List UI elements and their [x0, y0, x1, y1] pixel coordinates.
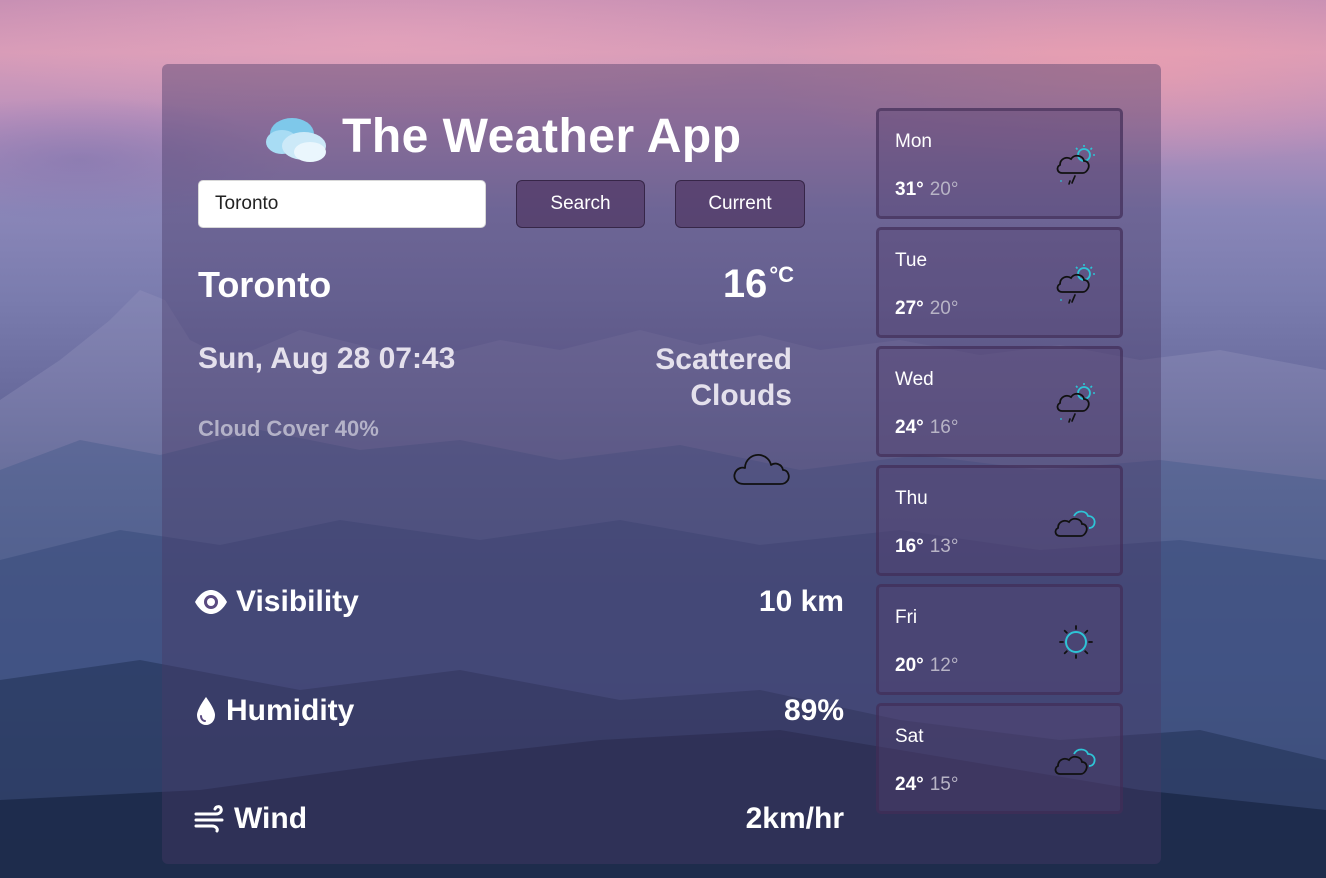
forecast-day: Sat [895, 726, 924, 747]
forecast-temps: 31° 20° [895, 179, 958, 201]
wind-stat: Wind 2km/hr [194, 799, 844, 839]
forecast-low: 20° [929, 298, 959, 319]
temperature-unit: °C [769, 262, 794, 287]
forecast-low: 15° [929, 774, 959, 795]
forecast-temps: 16° 13° [895, 536, 958, 558]
forecast-high: 31° [895, 179, 924, 200]
sun-cloud-rain-icon [1056, 383, 1095, 423]
cloud-cover: Cloud Cover 40% [198, 416, 379, 442]
temperature-value: 16 [722, 262, 768, 306]
cloud-cover-label: Cloud Cover [198, 416, 329, 441]
weather-condition: Scattered Clouds [655, 343, 792, 412]
humidity-label: Humidity [226, 694, 355, 727]
forecast-card-sat[interactable]: Sat 24° 15° [876, 703, 1123, 814]
forecast-temps: 24° 15° [895, 774, 958, 796]
forecast-day: Tue [895, 250, 928, 271]
forecast-high: 24° [895, 417, 924, 438]
forecast-temps: 20° 12° [895, 655, 958, 677]
sun-icon [1059, 625, 1093, 659]
forecast-low: 20° [929, 179, 959, 200]
forecast-high: 27° [895, 298, 924, 319]
forecast-low: 12° [929, 655, 959, 676]
forecast-high: 20° [895, 655, 924, 676]
clouds-icon [1054, 748, 1096, 775]
current-location-button[interactable]: Current [675, 180, 805, 228]
forecast-temps: 27° 20° [895, 298, 958, 320]
wind-value: 2km/hr [745, 802, 844, 835]
date-time: Sun, Aug 28 07:43 [198, 342, 456, 375]
forecast-low: 16° [929, 417, 959, 438]
app-header: The Weather App [264, 108, 742, 164]
forecast-high: 16° [895, 536, 924, 557]
forecast-day: Fri [895, 607, 918, 628]
sun-cloud-rain-icon [1056, 145, 1095, 185]
humidity-stat: Humidity 89% [194, 691, 844, 731]
forecast-low: 13° [929, 536, 959, 557]
forecast-day: Mon [895, 131, 932, 152]
eye-icon [194, 587, 228, 617]
humidity-value: 89% [783, 694, 844, 727]
wind-label: Wind [234, 802, 308, 835]
visibility-value: 10 km [758, 585, 844, 618]
forecast-day: Wed [895, 369, 934, 390]
sun-cloud-rain-icon [1056, 264, 1095, 304]
cloud-logo-icon [266, 118, 326, 162]
city-name: Toronto [198, 264, 332, 305]
visibility-stat: Visibility 10 km [194, 582, 844, 622]
forecast-day: Thu [895, 488, 928, 509]
cloud-cover-value: 40% [334, 416, 379, 441]
current-temperature: 16 °C [723, 262, 794, 307]
search-input[interactable] [198, 180, 486, 228]
forecast-temps: 24° 16° [895, 417, 958, 439]
search-button[interactable]: Search [516, 180, 645, 228]
forecast-high: 24° [895, 774, 924, 795]
cloud-icon [733, 454, 790, 485]
forecast-card-fri[interactable]: Fri 20° 12° [876, 584, 1123, 695]
forecast-card-mon[interactable]: Mon 31° 20° [876, 108, 1123, 219]
visibility-label: Visibility [236, 585, 359, 618]
wind-icon [194, 804, 226, 834]
forecast-card-tue[interactable]: Tue 27° 20° [876, 227, 1123, 338]
app-title: The Weather App [342, 109, 742, 163]
forecast-card-wed[interactable]: Wed 24° 16° [876, 346, 1123, 457]
clouds-icon [1054, 510, 1096, 537]
forecast-card-thu[interactable]: Thu 16° 13° [876, 465, 1123, 576]
droplet-icon [194, 696, 218, 726]
